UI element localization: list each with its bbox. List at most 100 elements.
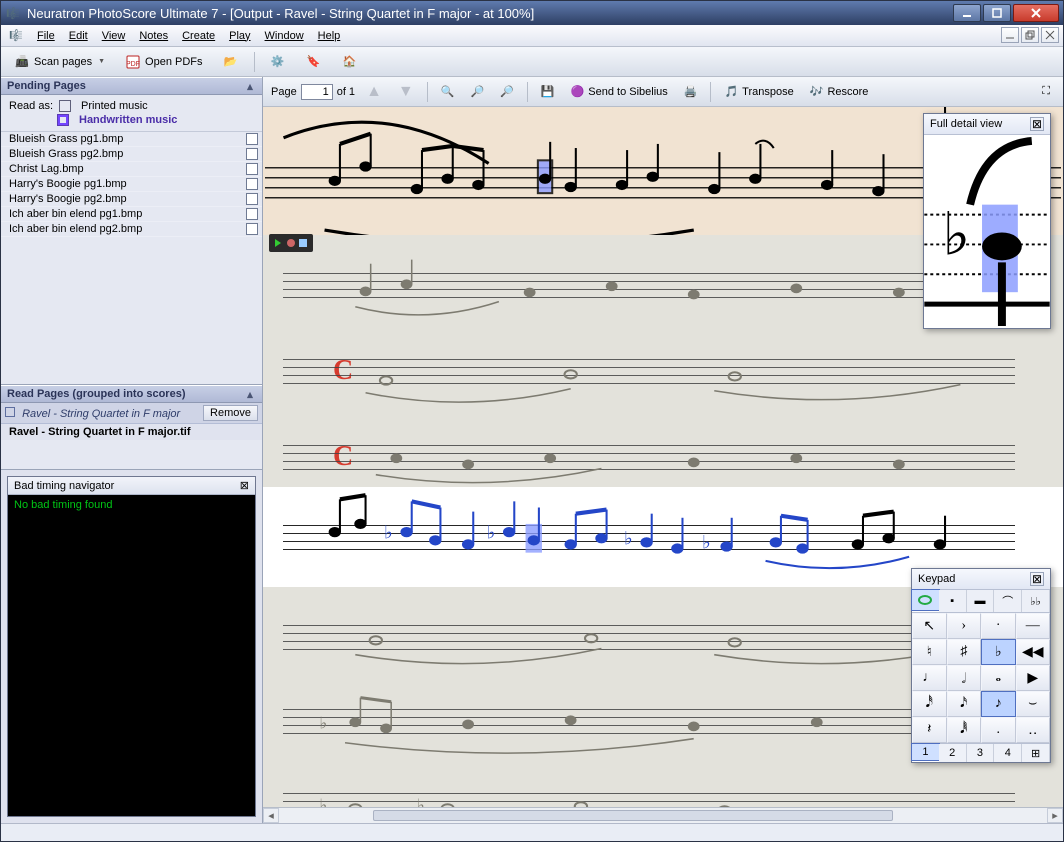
list-item[interactable]: Harry's Boogie pg1.bmp bbox=[1, 177, 262, 192]
home-button[interactable]: 🏠 bbox=[335, 51, 365, 73]
settings-button[interactable]: ⚙️ bbox=[263, 51, 293, 73]
keypad-tab-5[interactable]: ♭♭ bbox=[1022, 590, 1050, 612]
keypad-sharp[interactable]: ♯ bbox=[947, 639, 982, 665]
list-item[interactable]: Ich aber bin elend pg1.bmp bbox=[1, 207, 262, 222]
save-button[interactable]: 💾 bbox=[536, 82, 560, 101]
keypad-cursor[interactable]: ↖ bbox=[912, 613, 947, 639]
keypad-half-note[interactable]: 𝅗𝅥 bbox=[947, 665, 982, 691]
menu-help[interactable]: Help bbox=[312, 28, 347, 44]
keypad-staccato[interactable]: · bbox=[981, 613, 1016, 639]
keypad-close-icon[interactable]: ⊠ bbox=[1030, 572, 1044, 586]
keypad-whole-note[interactable]: 𝅝 bbox=[981, 665, 1016, 691]
fullscreen-button[interactable]: ⛶ bbox=[1037, 82, 1055, 101]
menu-notes[interactable]: Notes bbox=[133, 28, 174, 44]
print-button[interactable]: 🖨️ bbox=[679, 82, 703, 101]
keypad-dot[interactable]: . bbox=[981, 717, 1016, 743]
mdi-close-button[interactable] bbox=[1041, 27, 1059, 43]
keypad-tab-2[interactable]: ▪ bbox=[939, 590, 967, 612]
horizontal-scrollbar[interactable]: ◂ ▸ bbox=[263, 807, 1063, 823]
keypad-16th-note[interactable]: 𝅘𝅥𝅯 bbox=[947, 691, 982, 717]
keypad-32nd-note[interactable]: 𝅘𝅥𝅰 bbox=[912, 691, 947, 717]
file-checkbox[interactable] bbox=[246, 133, 258, 145]
file-checkbox[interactable] bbox=[246, 178, 258, 190]
keypad-tie[interactable]: ⌣ bbox=[1016, 691, 1051, 717]
list-item[interactable]: Blueish Grass pg2.bmp bbox=[1, 147, 262, 162]
menu-file[interactable]: File bbox=[31, 28, 61, 44]
page-down-button[interactable]: ▼ bbox=[393, 80, 419, 104]
keypad-voice-1[interactable]: 1 bbox=[911, 743, 940, 761]
zoom-tool-button[interactable]: 🔍 bbox=[436, 82, 460, 101]
file-checkbox[interactable] bbox=[246, 148, 258, 160]
keypad-voice-3[interactable]: 3 bbox=[967, 744, 995, 762]
mdi-restore-button[interactable] bbox=[1021, 27, 1039, 43]
recognized-staff[interactable]: C bbox=[263, 321, 1063, 407]
full-detail-close-icon[interactable]: ⊠ bbox=[1030, 117, 1044, 131]
zoom-in-button[interactable]: 🔎 bbox=[465, 82, 489, 101]
file-checkbox[interactable] bbox=[246, 193, 258, 205]
menu-create[interactable]: Create bbox=[176, 28, 221, 44]
score-view[interactable]: C C bbox=[263, 107, 1063, 807]
menu-window[interactable]: Window bbox=[259, 28, 310, 44]
keypad-voice-4[interactable]: 4 bbox=[994, 744, 1022, 762]
page-number-input[interactable] bbox=[301, 84, 333, 100]
playback-controls[interactable] bbox=[269, 234, 313, 252]
keypad-play[interactable]: ▶ bbox=[1016, 665, 1051, 691]
window-maximize-button[interactable] bbox=[983, 4, 1011, 22]
keypad-8th-note[interactable]: ♪ bbox=[981, 691, 1016, 717]
keypad-tab-1[interactable] bbox=[911, 589, 940, 611]
full-detail-title: Full detail view bbox=[930, 118, 1002, 130]
bad-timing-close-icon[interactable]: ⊠ bbox=[240, 479, 249, 492]
keypad-tab-3[interactable]: ▬ bbox=[967, 590, 995, 612]
zoom-out-button[interactable]: 🔎 bbox=[495, 82, 519, 101]
score-file-row[interactable]: Ravel - String Quartet in F major.tif bbox=[1, 424, 262, 440]
score-collapse-toggle[interactable] bbox=[5, 407, 15, 417]
menu-view[interactable]: View bbox=[96, 28, 132, 44]
pending-files-list: Blueish Grass pg1.bmp Blueish Grass pg2.… bbox=[1, 132, 262, 237]
printed-music-checkbox[interactable] bbox=[59, 100, 71, 112]
keypad-rewind[interactable]: ◀◀ bbox=[1016, 639, 1051, 665]
keypad-accent[interactable]: › bbox=[947, 613, 982, 639]
keypad-tab-4[interactable]: ⌒ bbox=[994, 590, 1022, 612]
keypad-voice-2[interactable]: 2 bbox=[939, 744, 967, 762]
file-checkbox[interactable] bbox=[246, 163, 258, 175]
page-up-button[interactable]: ▲ bbox=[361, 80, 387, 104]
rescore-button[interactable]: 🎶 Rescore bbox=[805, 82, 874, 101]
keypad-quarter-note[interactable]: ♩ bbox=[912, 665, 947, 691]
keypad-natural[interactable]: ♮ bbox=[912, 639, 947, 665]
file-checkbox[interactable] bbox=[246, 208, 258, 220]
list-item[interactable]: Harry's Boogie pg2.bmp bbox=[1, 192, 262, 207]
scrollbar-thumb[interactable] bbox=[373, 810, 893, 821]
mdi-minimize-button[interactable] bbox=[1001, 27, 1019, 43]
score-name[interactable]: Ravel - String Quartet in F major bbox=[22, 408, 180, 420]
menu-edit[interactable]: Edit bbox=[63, 28, 94, 44]
send-to-sibelius-button[interactable]: 🟣 Send to Sibelius bbox=[566, 82, 673, 101]
handwritten-music-checkbox[interactable] bbox=[57, 114, 69, 126]
open-pdfs-button[interactable]: PDF Open PDFs bbox=[118, 51, 209, 73]
scan-pages-button[interactable]: 📠 Scan pages ▼ bbox=[7, 51, 112, 73]
menu-play[interactable]: Play bbox=[223, 28, 256, 44]
remove-score-button[interactable]: Remove bbox=[203, 405, 258, 421]
list-item[interactable]: Christ Lag.bmp bbox=[1, 162, 262, 177]
keypad-64th-note[interactable]: 𝅘𝅥𝅱 bbox=[947, 717, 982, 743]
store-button[interactable]: 🔖 bbox=[299, 51, 329, 73]
scroll-right-button[interactable]: ▸ bbox=[1047, 808, 1063, 823]
keypad-flat[interactable]: ♭ bbox=[981, 639, 1016, 665]
keypad-panel[interactable]: Keypad ⊠ ▪ ▬ ⌒ ♭♭ ↖ › · — bbox=[911, 568, 1051, 763]
open-file-button[interactable]: 📂 bbox=[216, 51, 246, 73]
full-detail-panel[interactable]: Full detail view ⊠ bbox=[923, 113, 1051, 329]
read-pages-header[interactable]: Read Pages (grouped into scores) ▴ bbox=[1, 385, 262, 403]
recognized-staff[interactable]: C bbox=[263, 407, 1063, 487]
pending-pages-header[interactable]: Pending Pages ▴ bbox=[1, 77, 262, 95]
printed-music-label: Printed music bbox=[81, 100, 148, 112]
keypad-layout-toggle[interactable]: ⊞ bbox=[1022, 744, 1050, 762]
window-minimize-button[interactable] bbox=[953, 4, 981, 22]
keypad-double-dot[interactable]: ‥ bbox=[1016, 717, 1051, 743]
list-item[interactable]: Ich aber bin elend pg2.bmp bbox=[1, 222, 262, 237]
list-item[interactable]: Blueish Grass pg1.bmp bbox=[1, 132, 262, 147]
keypad-rest[interactable]: 𝄽 bbox=[912, 717, 947, 743]
file-checkbox[interactable] bbox=[246, 223, 258, 235]
keypad-tenuto[interactable]: — bbox=[1016, 613, 1051, 639]
transpose-button[interactable]: 🎵 Transpose bbox=[719, 82, 798, 101]
window-close-button[interactable] bbox=[1013, 4, 1059, 22]
scroll-left-button[interactable]: ◂ bbox=[263, 808, 279, 823]
